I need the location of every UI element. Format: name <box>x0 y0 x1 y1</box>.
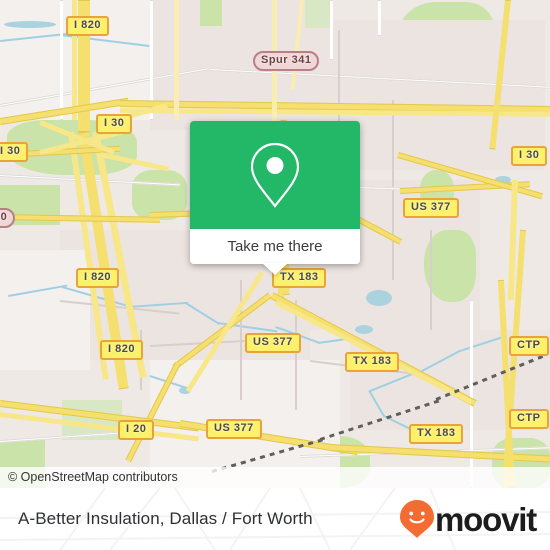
road-shield-label: US 377 <box>245 333 301 353</box>
road-shield-label: US 377 <box>403 198 459 218</box>
minor-road <box>60 0 63 120</box>
minor-road <box>378 0 381 36</box>
road-shield-label: I 30 <box>511 146 548 166</box>
road-shield-label: Spur 341 <box>253 51 320 71</box>
moovit-wordmark: moovit <box>435 500 537 538</box>
water-body <box>366 290 392 306</box>
moovit-pin-smiley-icon <box>400 500 435 538</box>
water-body <box>4 21 56 28</box>
road-shield-label: TX 183 <box>345 352 400 372</box>
popup-tail <box>262 263 288 275</box>
road-spur341 <box>174 0 179 120</box>
place-popup-card[interactable]: Take me there <box>190 121 360 275</box>
popup-image <box>190 121 360 229</box>
water-body <box>355 325 373 334</box>
park-area <box>200 0 222 26</box>
road-shield-label: I 20 <box>118 420 155 440</box>
take-me-there-button[interactable]: Take me there <box>190 229 360 264</box>
minor-road <box>430 230 432 330</box>
road-shield-label: I 820 <box>100 340 143 360</box>
map-page: I 820 Spur 341 I 30 I 30 I 30 US 377 80 I 820 TX… <box>0 0 550 550</box>
road-shield-label: I 30 <box>96 114 133 134</box>
road-shield-label: 80 <box>0 208 16 228</box>
map-attribution: © OpenStreetMap contributors <box>0 467 550 488</box>
road-shield-label: TX 183 <box>409 424 464 444</box>
park-area <box>305 0 331 28</box>
take-me-there-label: Take me there <box>227 238 323 255</box>
road-shield-label: CTP <box>509 409 549 429</box>
moovit-logo[interactable]: moovit <box>399 499 537 539</box>
place-title: A-Better Insulation, Dallas / Fort Worth <box>18 509 313 528</box>
minor-road <box>330 0 333 60</box>
road-shield-label: US 377 <box>206 419 262 439</box>
road-shield-label: I 820 <box>66 16 109 36</box>
road-shield-label: I 820 <box>76 268 119 288</box>
map-canvas[interactable]: I 820 Spur 341 I 30 I 30 I 30 US 377 80 I 820 TX… <box>0 0 550 488</box>
road-shield-label: I 30 <box>0 142 29 162</box>
map-pin-icon <box>250 142 300 208</box>
footer-bar: A-Better Insulation, Dallas / Fort Worth… <box>0 488 550 550</box>
road-shield-label: CTP <box>509 336 549 356</box>
minor-road <box>470 300 473 488</box>
minor-road <box>295 300 297 410</box>
